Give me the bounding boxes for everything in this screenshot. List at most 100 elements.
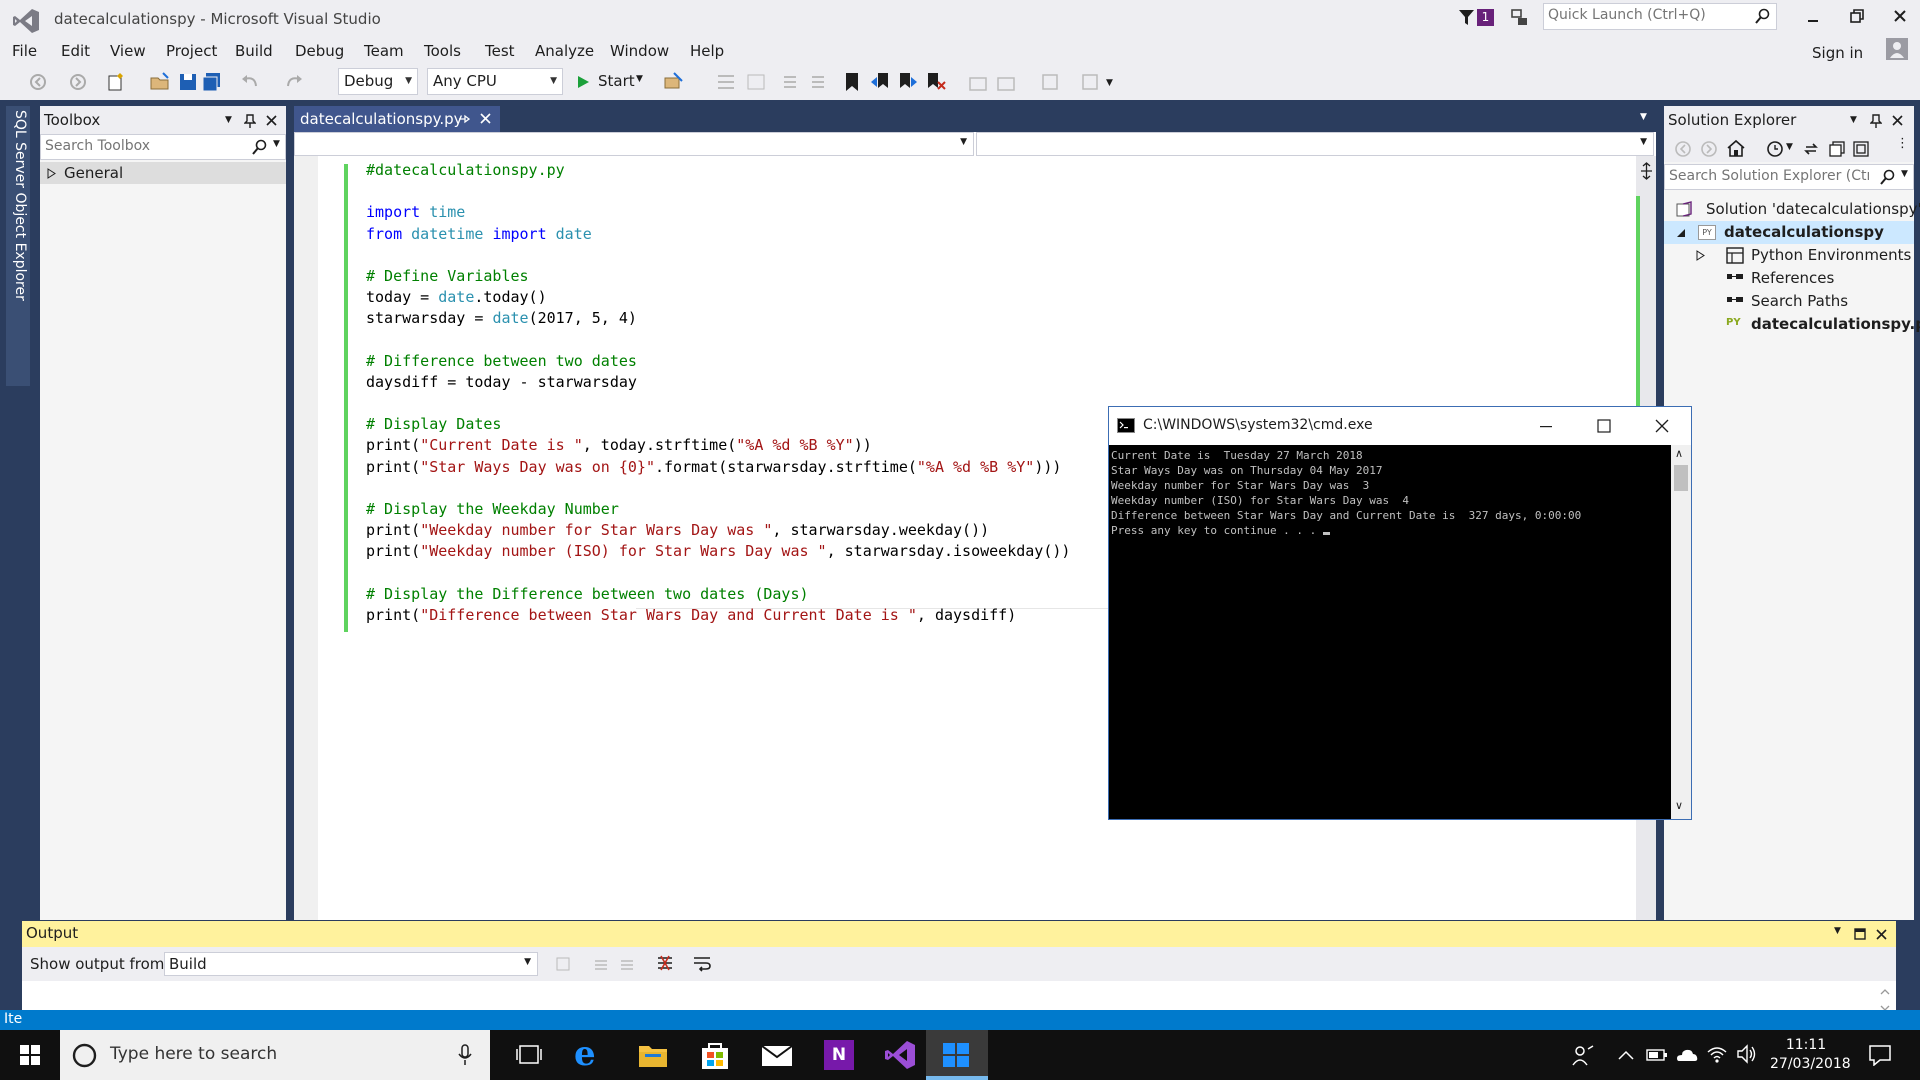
pin-icon[interactable] (458, 113, 470, 125)
next-message-icon[interactable] (618, 955, 636, 973)
undo-icon[interactable] (238, 70, 262, 94)
search-icon[interactable] (1879, 169, 1895, 186)
comment-icon[interactable] (778, 70, 802, 94)
close-icon[interactable] (1893, 9, 1907, 23)
step-into-icon[interactable] (714, 70, 738, 94)
edge-taskbar-button[interactable]: e (560, 1030, 620, 1080)
navigate-forward-icon[interactable] (66, 70, 90, 94)
toolbar-disabled-icon[interactable] (1038, 70, 1062, 94)
toolbox-group-general[interactable]: General (40, 162, 286, 184)
toolbar-disabled-icon[interactable] (966, 70, 990, 94)
chevron-down-icon[interactable]: ▼ (225, 106, 232, 134)
uncomment-icon[interactable] (806, 70, 830, 94)
sql-server-explorer-tab[interactable]: SQL Server Object Explorer (6, 106, 30, 386)
tab-overflow-icon[interactable]: ▼ (1640, 112, 1647, 122)
quick-launch-input[interactable] (1548, 7, 1748, 23)
console-window[interactable]: C:\WINDOWS\system32\cmd.exe Current Date… (1108, 406, 1692, 820)
pin-icon[interactable] (1870, 114, 1882, 128)
menu-file[interactable]: File (12, 42, 37, 60)
menu-tools[interactable]: Tools (424, 42, 461, 60)
task-view-button[interactable] (500, 1030, 558, 1080)
tree-item-search-paths[interactable]: Search Paths (1664, 290, 1914, 313)
platform-dropdown[interactable]: Any CPU ▼ (427, 68, 563, 95)
tree-item-python-file[interactable]: PY datecalculationspy.py (1664, 313, 1920, 336)
notification-badge[interactable]: 1 (1477, 9, 1494, 26)
toolbox-search-box[interactable]: ▼ (40, 134, 286, 160)
chevron-down-icon[interactable]: ▼ (1901, 169, 1908, 179)
chevron-down-icon[interactable]: ▼ (1786, 142, 1793, 152)
clear-all-icon[interactable] (656, 954, 674, 972)
clock[interactable]: 11:11 27/03/2018 (1770, 1036, 1851, 1074)
split-view-icon[interactable] (1640, 162, 1653, 180)
console-taskbar-button[interactable] (926, 1030, 988, 1080)
menu-debug[interactable]: Debug (295, 42, 344, 60)
close-icon[interactable] (1655, 419, 1669, 433)
browser-link-icon[interactable] (662, 70, 686, 94)
tree-item-python-environments[interactable]: Python Environments (1664, 244, 1914, 267)
minimize-icon[interactable] (1806, 10, 1820, 24)
open-file-icon[interactable] (148, 70, 172, 94)
wifi-icon[interactable] (1706, 1044, 1728, 1064)
menu-test[interactable]: Test (485, 42, 515, 60)
more-icon[interactable]: ⋮ (1896, 136, 1909, 151)
visual-studio-taskbar-button[interactable] (870, 1030, 932, 1080)
collapse-arrow-icon[interactable] (1676, 228, 1686, 238)
scroll-down-icon[interactable]: ∨ (1675, 799, 1683, 812)
home-icon[interactable] (1726, 139, 1746, 158)
tree-item-references[interactable]: References (1664, 267, 1914, 290)
word-wrap-icon[interactable] (692, 954, 712, 972)
scroll-up-icon[interactable]: ∧ (1675, 447, 1683, 460)
member-navigation-dropdown[interactable]: ▼ (976, 132, 1654, 156)
console-scrollbar[interactable]: ∧ ∨ (1671, 445, 1691, 819)
onenote-taskbar-button[interactable]: N (808, 1030, 870, 1080)
class-navigation-dropdown[interactable]: ▼ (294, 132, 974, 156)
mail-taskbar-button[interactable] (746, 1030, 808, 1080)
solution-search-box[interactable]: ▼ (1664, 164, 1914, 190)
save-all-icon[interactable] (200, 70, 224, 94)
save-icon[interactable] (176, 70, 200, 94)
pin-icon[interactable] (244, 114, 256, 128)
scrollbar-thumb[interactable] (1674, 465, 1688, 491)
chevron-up-icon[interactable] (1618, 1050, 1634, 1060)
menu-analyze[interactable]: Analyze (535, 42, 594, 60)
onedrive-icon[interactable] (1674, 1046, 1698, 1062)
tab-datecalculationspy[interactable]: datecalculationspy.py (294, 106, 500, 132)
menu-edit[interactable]: Edit (61, 42, 90, 60)
close-icon[interactable] (1892, 115, 1903, 126)
store-taskbar-button[interactable] (684, 1030, 746, 1080)
show-all-files-icon[interactable] (1852, 140, 1870, 158)
avatar[interactable] (1886, 38, 1908, 60)
tree-item-solution[interactable]: Solution 'datecalculationspy' (1 (1664, 198, 1920, 220)
close-icon[interactable] (1876, 929, 1887, 940)
previous-message-icon[interactable] (592, 955, 610, 973)
toolbar-overflow-icon[interactable]: ▼ (1106, 78, 1113, 88)
sign-in-link[interactable]: Sign in (1812, 44, 1863, 62)
search-icon[interactable] (251, 139, 267, 156)
maximize-icon[interactable] (1597, 419, 1611, 433)
quick-launch-box[interactable] (1543, 3, 1777, 30)
new-project-icon[interactable] (104, 70, 128, 94)
toolbox-search-input[interactable] (45, 138, 245, 154)
menu-window[interactable]: Window (610, 42, 669, 60)
console-output-area[interactable]: Current Date is Tuesday 27 March 2018 St… (1109, 445, 1671, 819)
start-button[interactable] (0, 1030, 60, 1080)
back-icon[interactable] (1674, 140, 1692, 158)
expand-arrow-icon[interactable] (1696, 250, 1706, 261)
taskbar-search-box[interactable]: Type here to search (60, 1030, 490, 1080)
redo-icon[interactable] (282, 70, 306, 94)
menu-build[interactable]: Build (235, 42, 273, 60)
chevron-down-icon[interactable]: ▼ (1834, 926, 1841, 936)
next-bookmark-icon[interactable] (896, 70, 920, 94)
navigate-back-icon[interactable] (26, 70, 50, 94)
minimize-icon[interactable] (1539, 419, 1553, 433)
battery-icon[interactable] (1646, 1048, 1668, 1062)
output-source-dropdown[interactable]: Build ▼ (164, 952, 538, 976)
start-button[interactable]: Start ▼ (574, 70, 646, 94)
clear-bookmarks-icon[interactable] (924, 70, 948, 94)
bookmark-icon[interactable] (840, 70, 864, 94)
previous-bookmark-icon[interactable] (868, 70, 892, 94)
history-icon[interactable] (1766, 140, 1784, 158)
find-message-icon[interactable] (554, 955, 572, 973)
feedback-icon[interactable] (1510, 8, 1530, 28)
step-over-icon[interactable] (744, 70, 768, 94)
